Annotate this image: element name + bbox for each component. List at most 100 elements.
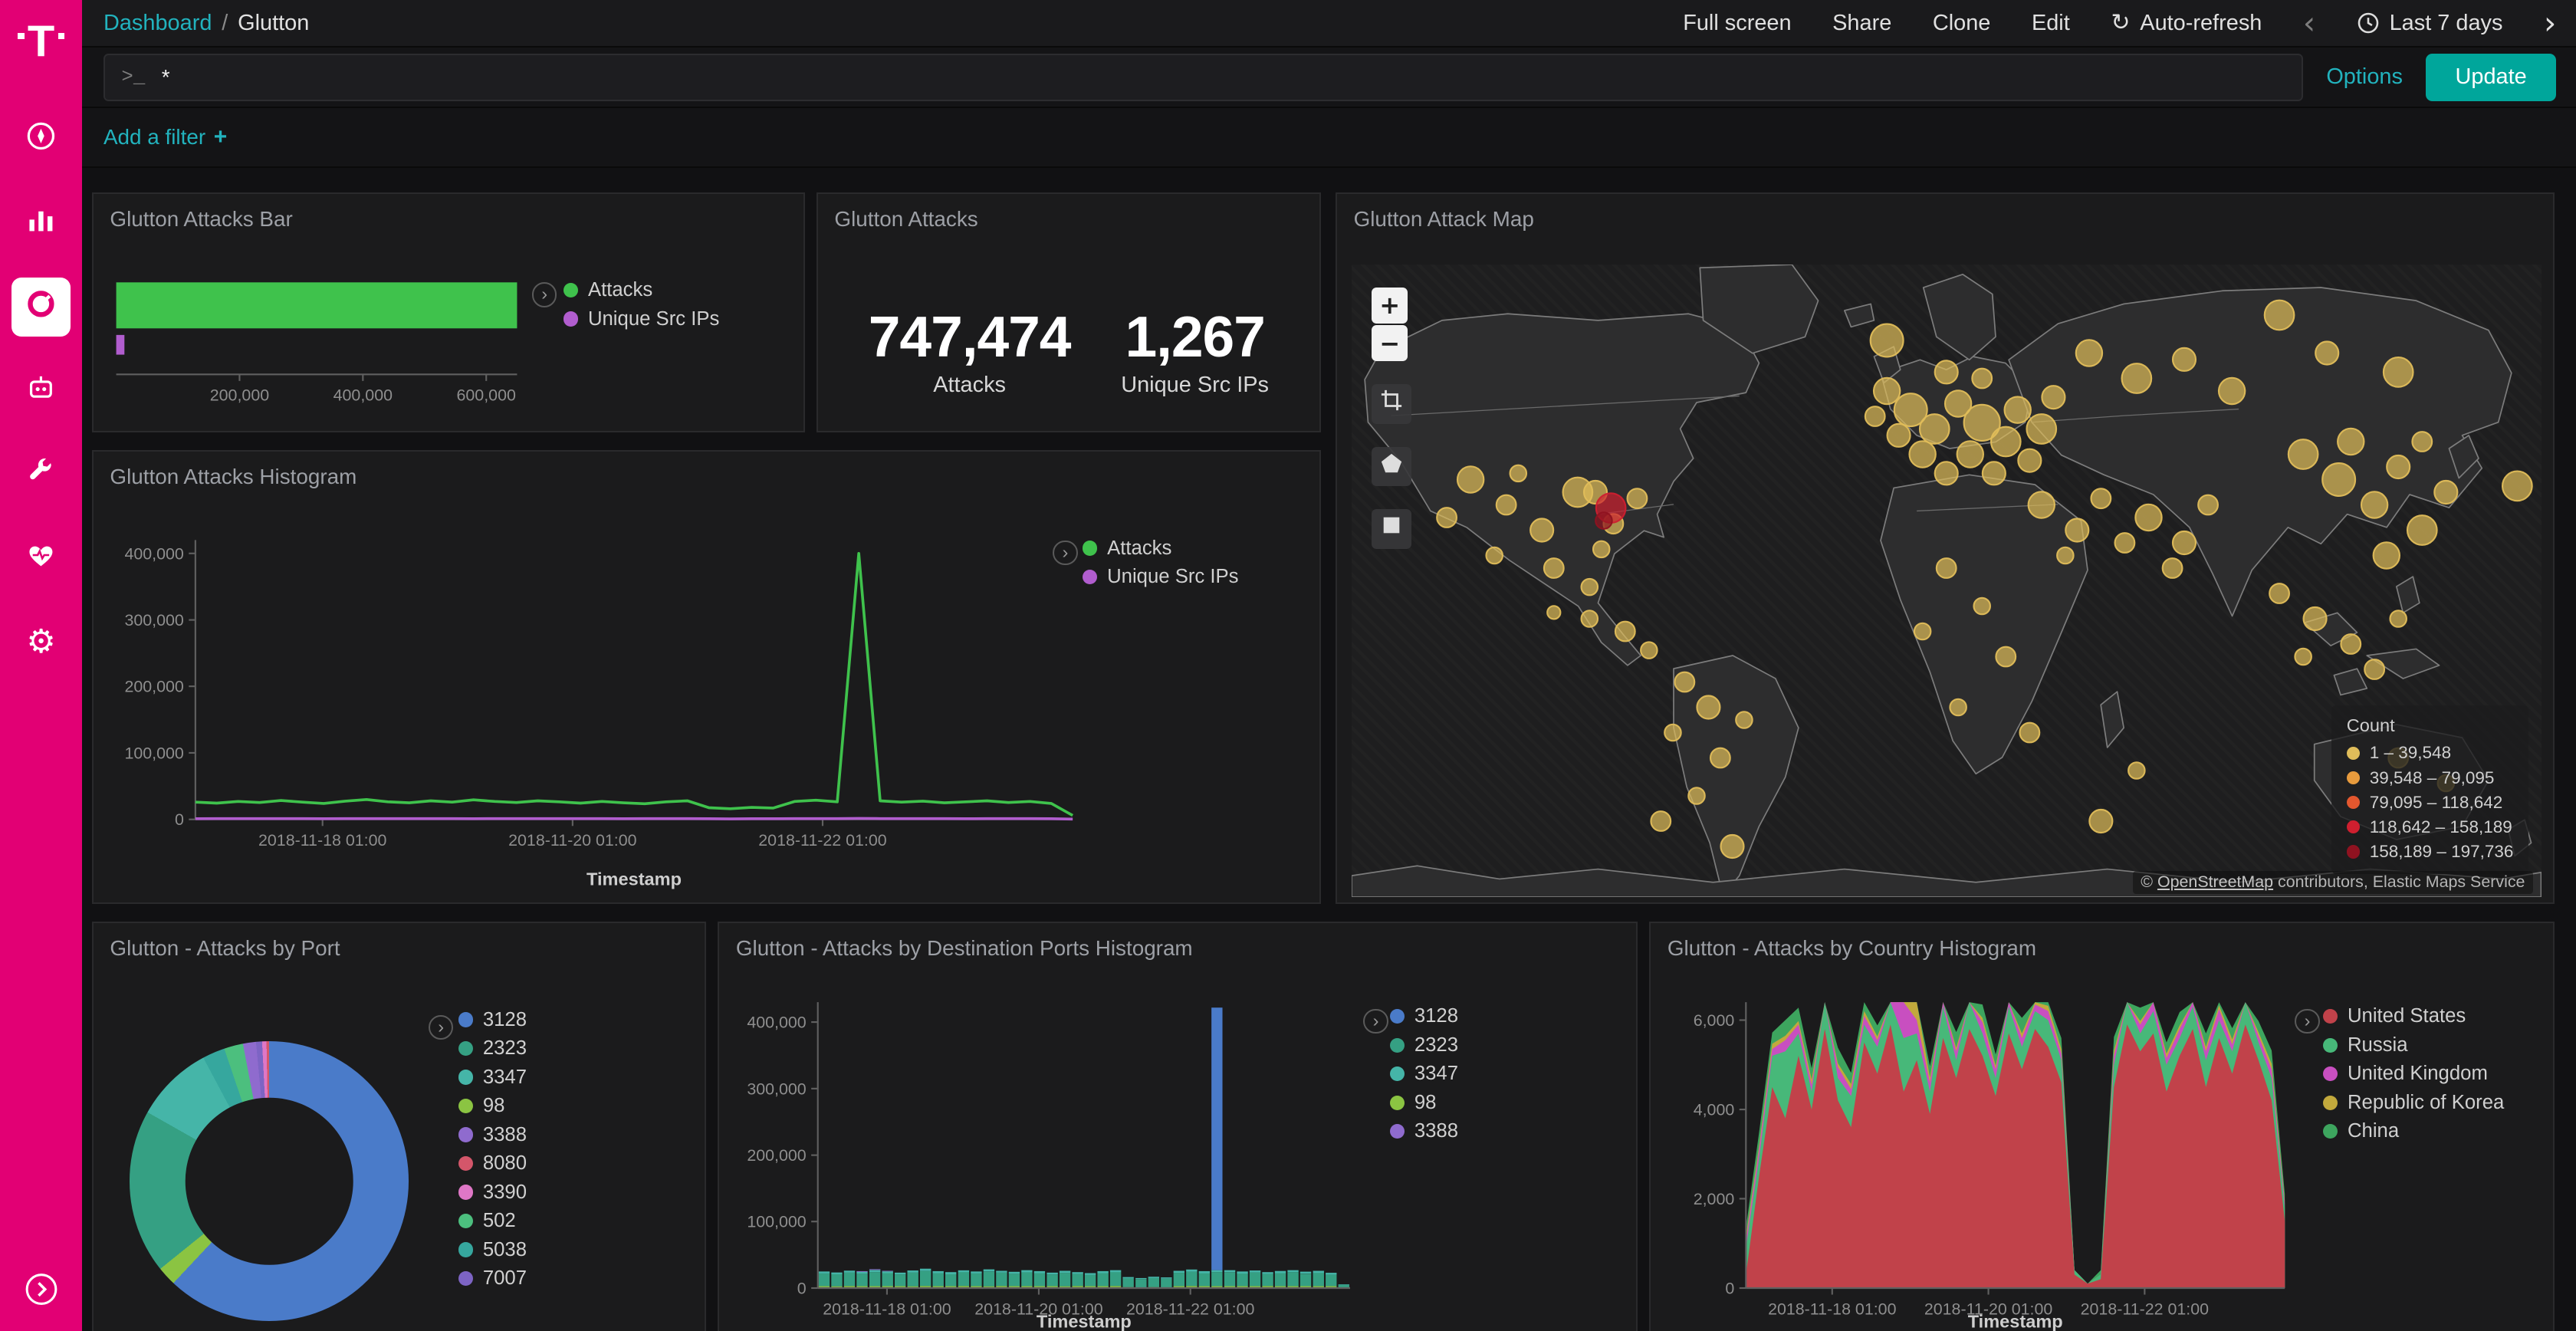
logo-dot: [58, 33, 65, 40]
sidebar-item-dev-tools[interactable]: [12, 445, 71, 504]
unique-src-ips-metric: 1,267 Unique Src IPs: [1121, 304, 1269, 398]
add-filter-link[interactable]: Add a filter +: [104, 124, 227, 150]
legend-expand-icon[interactable]: ›: [2295, 1009, 2319, 1034]
collapse-arrow-icon: [23, 1284, 59, 1313]
legend-item-7007[interactable]: 7007: [458, 1264, 527, 1293]
svg-text:600,000: 600,000: [457, 386, 516, 405]
svg-text:2018-11-18 01:00: 2018-11-18 01:00: [823, 1300, 951, 1318]
update-button[interactable]: Update: [2426, 54, 2556, 101]
port-donut-chart[interactable]: [130, 1041, 409, 1320]
svg-text:Timestamp: Timestamp: [1968, 1311, 2063, 1330]
svg-text:100,000: 100,000: [124, 744, 183, 763]
rectangle-tool-button[interactable]: [1372, 509, 1411, 548]
attacks-histogram-chart: 0100,000200,000300,000400,0002018-11-18 …: [117, 524, 1086, 895]
pentagon-icon: [1380, 452, 1403, 481]
legend-item-79-095-118-642[interactable]: 79,095 – 118,642: [2347, 790, 2514, 815]
legend-item-502[interactable]: 502: [458, 1207, 527, 1236]
legend-item-118-642-158-189[interactable]: 118,642 – 158,189: [2347, 815, 2514, 840]
legend-item-5038[interactable]: 5038: [458, 1235, 527, 1264]
legend-item-1-39-548[interactable]: 1 – 39,548: [2347, 741, 2514, 765]
legend-item-98[interactable]: 98: [1390, 1088, 1458, 1117]
legend-expand-icon[interactable]: ›: [1363, 1009, 1388, 1034]
breadcrumb-dashboard-link[interactable]: Dashboard: [104, 11, 212, 36]
panel-title: Glutton Attack Map: [1337, 194, 2553, 235]
sidebar-item-monitoring[interactable]: [12, 529, 71, 588]
panel-title: Glutton - Attacks by Country Histogram: [1651, 923, 2553, 964]
legend-item-russia[interactable]: Russia: [2323, 1030, 2504, 1060]
time-back-chevron[interactable]: ‹: [2303, 8, 2315, 39]
zoom-out-button[interactable]: −: [1372, 325, 1408, 361]
nav-actions: Full screen Share Clone Edit ↻ Auto-refr…: [1683, 8, 2556, 39]
svg-text:2018-11-18 01:00: 2018-11-18 01:00: [1768, 1300, 1897, 1318]
plus-icon: +: [214, 124, 228, 150]
square-icon: [1380, 514, 1403, 544]
time-forward-chevron[interactable]: ›: [2544, 8, 2556, 39]
legend-item-98[interactable]: 98: [458, 1092, 527, 1121]
dashboard-donut-icon: [25, 288, 58, 327]
sidebar-item-bot[interactable]: [12, 361, 71, 420]
query-input[interactable]: >_ *: [104, 54, 2303, 101]
legend-item-3128[interactable]: 3128: [458, 1005, 527, 1034]
world-map[interactable]: + − Count: [1352, 265, 2541, 897]
panel-title: Glutton Attacks: [818, 194, 1319, 235]
heartbeat-icon: [25, 539, 58, 579]
polygon-tool-button[interactable]: [1372, 447, 1411, 486]
sidebar-item-dashboard[interactable]: [12, 278, 71, 337]
legend-item-8080[interactable]: 8080: [458, 1149, 527, 1178]
legend-item-39-548-79-095[interactable]: 39,548 – 79,095: [2347, 765, 2514, 790]
svg-text:300,000: 300,000: [124, 611, 183, 629]
query-value: *: [162, 65, 170, 90]
legend-item-unique-src-ips[interactable]: Unique Src IPs: [1083, 563, 1239, 592]
legend-item-attacks[interactable]: Attacks: [564, 276, 720, 305]
openstreetmap-link[interactable]: OpenStreetMap: [2157, 873, 2273, 891]
app-nav: ⚙: [12, 110, 71, 672]
edit-button[interactable]: Edit: [2032, 11, 2070, 36]
legend-item-3390[interactable]: 3390: [458, 1178, 527, 1207]
auto-refresh-button[interactable]: ↻ Auto-refresh: [2111, 11, 2262, 36]
share-button[interactable]: Share: [1832, 11, 1891, 36]
t-mobile-logo[interactable]: T: [18, 20, 64, 64]
legend-expand-icon[interactable]: ›: [532, 282, 557, 307]
legend-item-158-189-197-736[interactable]: 158,189 – 197,736: [2347, 840, 2514, 864]
filter-bar: Add a filter +: [82, 108, 2576, 167]
sidebar-item-visualize[interactable]: [12, 194, 71, 253]
crop-tool-button[interactable]: [1372, 384, 1411, 423]
robot-icon: [25, 371, 58, 411]
legend-item-3128[interactable]: 3128: [1390, 1002, 1458, 1031]
legend-item-3347[interactable]: 3347: [458, 1063, 527, 1092]
time-range-picker[interactable]: Last 7 days: [2357, 11, 2503, 36]
panel-attacks-by-dest-ports: Glutton - Attacks by Destination Ports H…: [718, 922, 1638, 1331]
legend-item-china[interactable]: China: [2323, 1117, 2504, 1146]
options-link[interactable]: Options: [2326, 64, 2403, 90]
legend-item-2323[interactable]: 2323: [1390, 1030, 1458, 1060]
unique-src-ips-label: Unique Src IPs: [1121, 373, 1269, 398]
zoom-in-button[interactable]: +: [1372, 288, 1408, 324]
svg-text:400,000: 400,000: [334, 386, 393, 405]
clone-button[interactable]: Clone: [1933, 11, 1991, 36]
attacks-histogram-legend: AttacksUnique Src IPs: [1083, 534, 1239, 591]
sidebar-item-management[interactable]: ⚙: [12, 613, 71, 672]
collapse-sidebar-button[interactable]: [23, 1271, 59, 1314]
legend-item-united-kingdom[interactable]: United Kingdom: [2323, 1060, 2504, 1089]
panel-title: Glutton - Attacks by Port: [94, 923, 705, 964]
legend-item-3388[interactable]: 3388: [1390, 1117, 1458, 1146]
svg-text:2018-11-20 01:00: 2018-11-20 01:00: [508, 831, 637, 850]
legend-item-republic-of-korea[interactable]: Republic of Korea: [2323, 1088, 2504, 1117]
legend-item-2323[interactable]: 2323: [458, 1034, 527, 1063]
legend-expand-icon[interactable]: ›: [1053, 541, 1077, 565]
panel-attacks-by-port: Glutton - Attacks by Port › 312823233347…: [92, 922, 706, 1331]
sidebar-item-discover[interactable]: [12, 110, 71, 169]
svg-text:Timestamp: Timestamp: [1037, 1311, 1132, 1330]
legend-item-3388[interactable]: 3388: [458, 1120, 527, 1149]
map-count-legend: Count 1 – 39,54839,548 – 79,09579,095 – …: [2331, 705, 2528, 874]
svg-text:2018-11-22 01:00: 2018-11-22 01:00: [758, 831, 887, 850]
legend-item-attacks[interactable]: Attacks: [1083, 534, 1239, 563]
panel-title: Glutton - Attacks by Destination Ports H…: [719, 923, 1636, 964]
legend-item-3347[interactable]: 3347: [1390, 1060, 1458, 1089]
dest-ports-histogram-chart: 0100,000200,000300,000400,0002018-11-18 …: [729, 989, 1360, 1331]
legend-item-unique-src-ips[interactable]: Unique Src IPs: [564, 304, 720, 334]
legend-item-united-states[interactable]: United States: [2323, 1002, 2504, 1031]
full-screen-button[interactable]: Full screen: [1683, 11, 1791, 36]
map-attribution: © OpenStreetMap contributors, Elastic Ma…: [2133, 871, 2534, 893]
legend-expand-icon[interactable]: ›: [429, 1015, 453, 1040]
